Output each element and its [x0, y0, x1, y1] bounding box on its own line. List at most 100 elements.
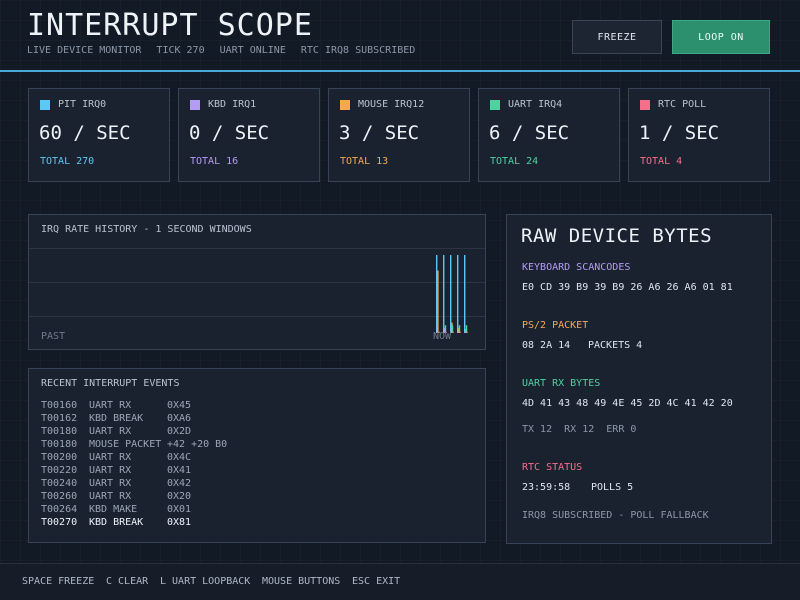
uart-rx-bytes: 4D 41 43 48 49 4E 45 2D 4C 41 42 20 [522, 398, 733, 409]
event-type: UART RX [89, 400, 132, 411]
rate-history-panel: IRQ RATE HISTORY - 1 SECOND WINDOWS PAST… [28, 214, 486, 350]
status-line: LIVE DEVICE MONITOR TICK 270 UART ONLINE… [27, 45, 424, 56]
event-time: T00200 [41, 452, 78, 463]
freeze-button[interactable]: FREEZE [572, 20, 662, 54]
shortcut-clear: C CLEAR [106, 576, 149, 587]
card-name: UART IRQ4 [508, 99, 563, 110]
history-bar [437, 270, 439, 333]
shortcut-mouse-buttons: MOUSE BUTTONS [262, 576, 341, 587]
event-time: T00162 [41, 413, 78, 424]
event-data: 0X01 [167, 504, 192, 515]
event-row: T00264 KBD MAKE 0X01 [41, 504, 191, 517]
rtc-swatch [640, 100, 650, 110]
card-total: TOTAL 270 [40, 156, 95, 167]
event-type: UART RX [89, 491, 132, 502]
card-rate: 3 / SEC [339, 122, 420, 144]
card-total: TOTAL 4 [640, 156, 683, 167]
history-bar [457, 255, 459, 333]
event-type: MOUSE PACKET [89, 439, 162, 450]
app-title: INTERRUPT SCOPE [27, 8, 313, 43]
history-bar [466, 331, 468, 333]
card-name: PIT IRQ0 [58, 99, 107, 110]
irq-card-pit: PIT IRQ0 60 / SEC TOTAL 270 [28, 88, 170, 182]
irq-card-uart: UART IRQ4 6 / SEC TOTAL 24 [478, 88, 620, 182]
shortcut-uart-loopback: L UART LOOPBACK [160, 576, 251, 587]
keyboard-scancodes-label: KEYBOARD SCANCODES [522, 262, 631, 273]
event-row: T00162 KBD BREAK 0XA6 [41, 413, 191, 426]
loop-toggle-button[interactable]: LOOP ON [672, 20, 770, 54]
rtc-time: 23:59:58 [522, 482, 571, 493]
recent-events-title: RECENT INTERRUPT EVENTS [41, 378, 180, 389]
event-type: UART RX [89, 426, 132, 437]
status-mode: LIVE DEVICE MONITOR [27, 45, 142, 56]
shortcut-freeze: SPACE FREEZE [22, 576, 95, 587]
kbd-swatch [190, 100, 200, 110]
event-time: T00264 [41, 504, 78, 515]
card-rate: 0 / SEC [189, 122, 270, 144]
status-rtc: RTC IRQ8 SUBSCRIBED [300, 45, 416, 56]
event-type: KBD MAKE [89, 504, 138, 515]
keyboard-scancodes-value: E0 CD 39 B9 39 B9 26 A6 26 A6 01 81 [522, 282, 733, 293]
history-bar [464, 255, 466, 333]
event-row: T00220 UART RX 0X41 [41, 465, 191, 478]
event-data: 0XA6 [167, 413, 192, 424]
event-time: T00260 [41, 491, 78, 502]
ps2-packet-count: PACKETS 4 [588, 340, 643, 351]
status-tick: TICK 270 [156, 45, 205, 56]
ps2-packet-bytes: 08 2A 14 [522, 340, 571, 351]
header: INTERRUPT SCOPE LIVE DEVICE MONITOR TICK… [0, 0, 800, 72]
event-row: T00270 KBD BREAK 0X81 [41, 517, 191, 530]
uart-stats: TX 12 RX 12 ERR 0 [522, 424, 637, 435]
card-rate: 60 / SEC [39, 122, 131, 144]
shortcut-exit: ESC EXIT [352, 576, 401, 587]
event-time: T00240 [41, 478, 78, 489]
event-time: T00220 [41, 465, 78, 476]
event-data: 0X41 [167, 465, 192, 476]
event-type: KBD BREAK [89, 413, 144, 424]
card-rate: 1 / SEC [639, 122, 720, 144]
event-row: T00180 MOUSE PACKET +42 +20 B0 [41, 439, 227, 452]
event-row: T00260 UART RX 0X20 [41, 491, 191, 504]
axis-label-past: PAST [41, 331, 66, 342]
rate-history-chart [436, 255, 468, 333]
history-bar [443, 255, 445, 333]
rtc-note: IRQ8 SUBSCRIBED - POLL FALLBACK [522, 510, 709, 521]
ps2-packet-label: PS/2 PACKET [522, 320, 589, 331]
history-bar [459, 331, 461, 333]
card-rate: 6 / SEC [489, 122, 570, 144]
card-name: MOUSE IRQ12 [358, 99, 425, 110]
card-total: TOTAL 16 [190, 156, 239, 167]
pit-swatch [40, 100, 50, 110]
event-data: +42 +20 B0 [167, 439, 228, 450]
event-row: T00180 UART RX 0X2D [41, 426, 191, 439]
uart-rx-label: UART RX BYTES [522, 378, 601, 389]
event-data: 0X20 [167, 491, 192, 502]
event-data: 0X2D [167, 426, 192, 437]
card-total: TOTAL 13 [340, 156, 389, 167]
mouse-swatch [340, 100, 350, 110]
axis-label-now: NOW [433, 331, 452, 342]
event-data: 0X45 [167, 400, 192, 411]
history-bar [450, 255, 452, 333]
rtc-status-label: RTC STATUS [522, 462, 583, 473]
irq-card-mouse: MOUSE IRQ12 3 / SEC TOTAL 13 [328, 88, 470, 182]
footer-shortcuts: SPACE FREEZE C CLEAR L UART LOOPBACK MOU… [0, 563, 800, 600]
card-name: RTC POLL [658, 99, 707, 110]
event-row: T00200 UART RX 0X4C [41, 452, 191, 465]
event-data: 0X81 [167, 517, 192, 528]
event-type: UART RX [89, 478, 132, 489]
raw-bytes-panel: RAW DEVICE BYTES KEYBOARD SCANCODES E0 C… [506, 214, 772, 544]
event-row: T00240 UART RX 0X42 [41, 478, 191, 491]
uart-swatch [490, 100, 500, 110]
event-row: T00160 UART RX 0X45 [41, 400, 191, 413]
status-uart: UART ONLINE [219, 45, 286, 56]
event-data: 0X42 [167, 478, 192, 489]
recent-events-panel: RECENT INTERRUPT EVENTS T00160 UART RX 0X4… [28, 368, 486, 543]
card-name: KBD IRQ1 [208, 99, 257, 110]
event-time: T00180 [41, 439, 78, 450]
event-time: T00270 [41, 517, 78, 528]
event-data: 0X4C [167, 452, 192, 463]
event-type: KBD BREAK [89, 517, 144, 528]
event-time: T00160 [41, 400, 78, 411]
irq-card-kbd: KBD IRQ1 0 / SEC TOTAL 16 [178, 88, 320, 182]
